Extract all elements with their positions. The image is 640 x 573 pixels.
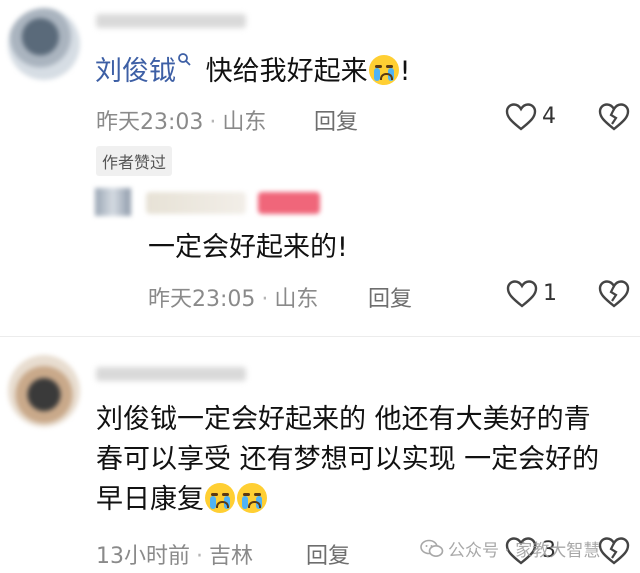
- broken-heart-icon[interactable]: [598, 536, 630, 566]
- comment-time: 昨天23:03: [96, 110, 204, 135]
- comment-line: 早日康复: [96, 480, 636, 520]
- username-blurred[interactable]: [96, 367, 246, 381]
- reply-button[interactable]: 回复: [314, 104, 358, 136]
- mentioned-user-name[interactable]: 刘俊钺: [95, 56, 176, 87]
- comment-line: 春可以享受 还有梦想可以实现 一定会好的: [96, 444, 600, 475]
- crying-emoji: [205, 483, 235, 513]
- avatar[interactable]: [8, 8, 80, 80]
- comment-location: 吉林: [209, 544, 254, 569]
- username-blurred[interactable]: [96, 14, 246, 28]
- like-count: 1: [543, 281, 557, 306]
- crying-emoji: [368, 55, 399, 85]
- reply-button[interactable]: 回复: [306, 538, 350, 570]
- reply-location: 山东: [274, 287, 319, 312]
- broken-heart-icon[interactable]: [598, 102, 630, 132]
- reply-avatar[interactable]: [95, 188, 131, 216]
- broken-heart-icon[interactable]: [598, 279, 630, 309]
- heart-outline-icon[interactable]: [506, 279, 538, 309]
- avatar[interactable]: [8, 355, 80, 427]
- comment-time: 13小时前: [96, 544, 190, 569]
- comment-meta: 13小时前 · 吉林: [96, 544, 254, 569]
- reply-time: 昨天23:05: [148, 287, 256, 312]
- watermark-text: 公众号 · 家教大智慧: [448, 541, 601, 561]
- comment-line-text: 早日康复: [96, 484, 204, 515]
- comment-body: 快给我好起来: [205, 56, 368, 87]
- like-count: 4: [542, 104, 556, 129]
- search-icon[interactable]: [177, 52, 191, 66]
- divider: [0, 336, 640, 337]
- comment-line: 刘俊钺一定会好起来的 他还有大美好的青: [96, 404, 591, 435]
- wechat-icon: [420, 539, 444, 559]
- comment-text: 刘俊钺一定会好起来的 他还有大美好的青 春可以享受 还有梦想可以实现 一定会好的…: [96, 400, 636, 520]
- watermark: 公众号 · 家教大智慧: [420, 536, 600, 561]
- reply-text: 一定会好起来的!: [148, 232, 348, 263]
- author-liked-badge: 作者赞过: [96, 146, 173, 176]
- heart-outline-icon[interactable]: [505, 102, 537, 132]
- reply-button[interactable]: 回复: [368, 281, 412, 313]
- reply-meta: 昨天23:05 · 山东: [148, 287, 319, 312]
- comment-meta: 昨天23:03 · 山东: [96, 110, 267, 135]
- crying-emoji: [237, 483, 267, 513]
- comment-suffix: !: [399, 56, 411, 87]
- comment-text: 刘俊钺 快给我好起来!: [95, 52, 410, 92]
- reply-username-blurred[interactable]: [146, 192, 246, 214]
- reply-target-username-blurred[interactable]: [258, 192, 320, 214]
- comment-location: 山东: [222, 110, 267, 135]
